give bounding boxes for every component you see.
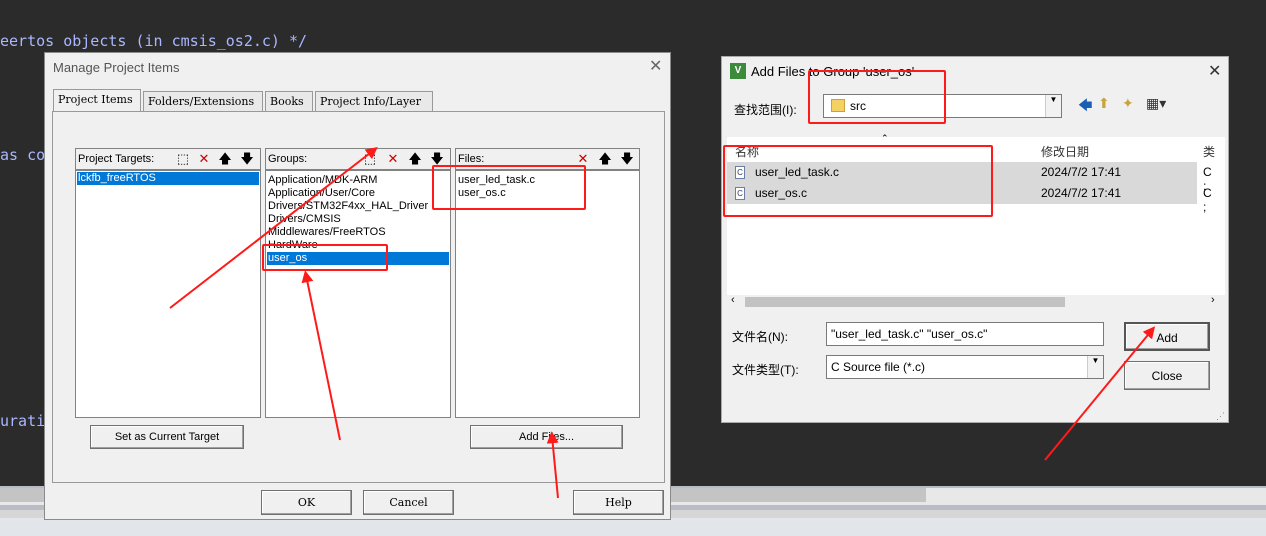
list-item[interactable]: Drivers/STM32F4xx_HAL_Driver xyxy=(268,200,428,213)
chevron-down-icon[interactable]: ▼ xyxy=(1045,95,1061,117)
chevron-down-icon[interactable]: ▼ xyxy=(1087,356,1103,378)
file-date: 2024/7/2 17:41 xyxy=(1041,165,1122,179)
list-item[interactable]: Application/MDK-ARM xyxy=(268,174,377,187)
filename-label: 文件名(N): xyxy=(732,330,788,344)
groups-header-label: Groups: xyxy=(268,153,308,165)
set-current-target-button[interactable]: Set as Current Target xyxy=(90,425,244,449)
list-horizontal-scrollbar[interactable]: ‹ › xyxy=(727,294,1225,309)
cancel-button[interactable]: Cancel xyxy=(363,490,454,515)
back-icon[interactable]: 🡄 xyxy=(1078,95,1092,119)
move-up-icon[interactable]: 🡅 xyxy=(215,150,235,168)
targets-header-label: Project Targets: xyxy=(78,153,155,165)
tab-books[interactable]: Books xyxy=(265,91,313,111)
new-group-icon[interactable]: ⬚ xyxy=(360,150,380,168)
tab-folders-extensions[interactable]: Folders/Extensions xyxy=(143,91,263,111)
move-down-icon[interactable]: 🡇 xyxy=(237,150,257,168)
files-header-label: Files: xyxy=(458,153,485,165)
add-button[interactable]: Add xyxy=(1124,322,1210,351)
delete-target-icon[interactable]: ✕ xyxy=(194,150,214,168)
add-files-button[interactable]: Add Files... xyxy=(470,425,623,449)
dialog-title: Manage Project Items xyxy=(53,60,180,75)
targets-list: lckfb_freeRTOS xyxy=(75,170,261,418)
filetype-select[interactable]: C Source file (*.c) ▼ xyxy=(826,355,1104,379)
manage-project-items-dialog: Manage Project Items ✕ Project Items Fol… xyxy=(44,52,671,520)
scroll-left-icon[interactable]: ‹ xyxy=(731,294,735,306)
list-item[interactable]: Drivers/CMSIS xyxy=(268,213,341,226)
groups-list: Application/MDK-ARM Application/User/Cor… xyxy=(265,170,451,418)
close-icon[interactable]: ✕ xyxy=(1208,61,1221,81)
list-item[interactable]: Application/User/Core xyxy=(268,187,375,200)
close-icon[interactable]: ✕ xyxy=(649,56,662,76)
move-up-icon[interactable]: 🡅 xyxy=(405,150,425,168)
new-folder-icon[interactable]: ✦ xyxy=(1122,95,1134,112)
column-type[interactable]: 类 xyxy=(1203,143,1215,160)
filetype-label: 文件类型(T): xyxy=(732,363,799,377)
tab-project-items[interactable]: Project Items xyxy=(53,89,141,113)
view-menu-icon[interactable]: ▦▾ xyxy=(1146,95,1166,112)
code-line-2: as co xyxy=(0,146,46,164)
editor-bottom-bar xyxy=(0,518,1266,536)
file-date: 2024/7/2 17:41 xyxy=(1041,186,1122,200)
add-files-dialog: V Add Files to Group 'user_os' ✕ 查找范围(I)… xyxy=(721,56,1229,423)
app-icon: V xyxy=(730,63,746,79)
filetype-value: C Source file (*.c) xyxy=(831,360,926,374)
ok-button[interactable]: OK xyxy=(261,490,352,515)
annotation-box-lookin xyxy=(808,70,946,124)
tab-project-info-layer[interactable]: Project Info/Layer xyxy=(315,91,433,111)
filename-input[interactable]: "user_led_task.c" "user_os.c" xyxy=(826,322,1104,346)
scroll-right-icon[interactable]: › xyxy=(1211,294,1215,306)
annotation-box-files xyxy=(432,165,586,210)
delete-group-icon[interactable]: ✕ xyxy=(383,150,403,168)
up-folder-icon[interactable]: ⬆ xyxy=(1098,95,1110,112)
resize-grip-icon[interactable]: ⋰ xyxy=(1216,411,1225,422)
list-item[interactable]: Middlewares/FreeRTOS xyxy=(268,226,386,239)
annotation-box-user-os xyxy=(262,244,388,271)
new-target-icon[interactable]: ⬚ xyxy=(173,150,193,168)
code-line-3: urati xyxy=(0,412,46,430)
file-type: C ; xyxy=(1203,186,1212,214)
help-button[interactable]: Help xyxy=(573,490,664,515)
annotation-box-file-list xyxy=(723,145,993,217)
close-button[interactable]: Close xyxy=(1124,361,1210,390)
scroll-thumb[interactable] xyxy=(745,297,1065,307)
column-date[interactable]: 修改日期 xyxy=(1041,143,1089,160)
move-up-icon[interactable]: 🡅 xyxy=(595,150,615,168)
list-item[interactable]: lckfb_freeRTOS xyxy=(77,172,259,185)
code-line-1: eertos objects (in cmsis_os2.c) */ xyxy=(0,32,308,50)
lookin-label: 查找范围(I): xyxy=(734,103,797,117)
sort-up-icon: ⌃ xyxy=(881,133,889,143)
move-down-icon[interactable]: 🡇 xyxy=(617,150,637,168)
